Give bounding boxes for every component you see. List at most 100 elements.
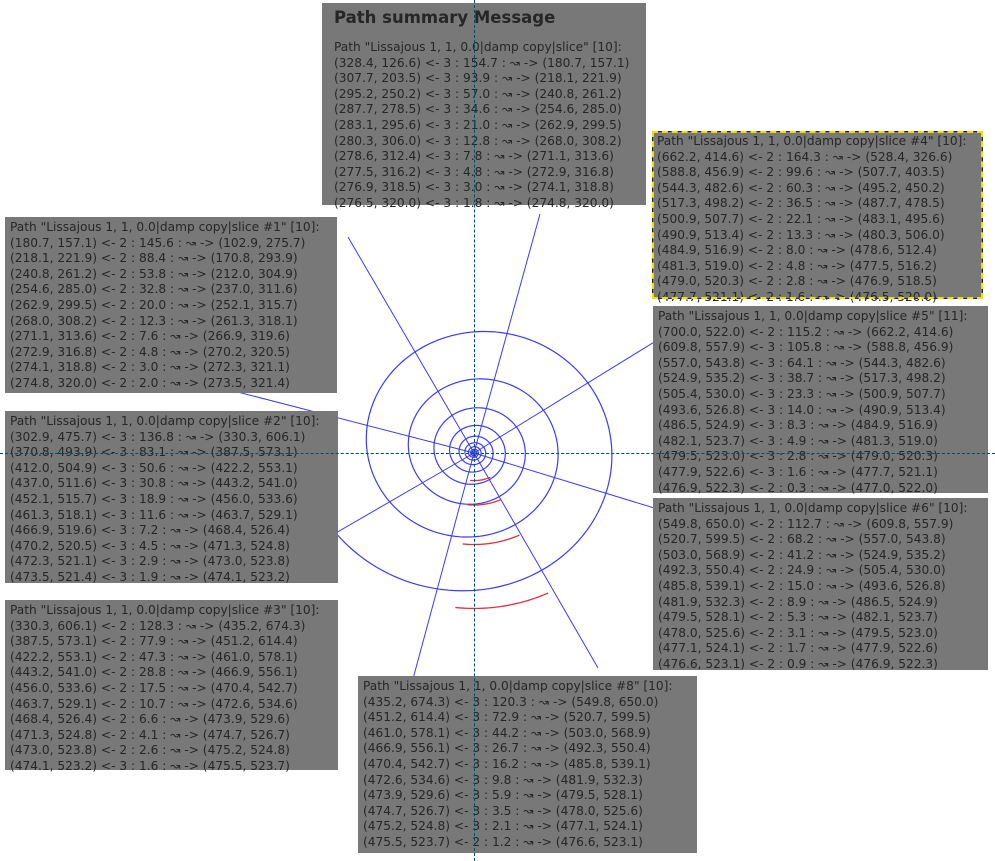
vertical-guide-line[interactable] bbox=[474, 0, 475, 861]
path-summary-message: Path summary Message Path "Lissajous 1, … bbox=[322, 3, 646, 210]
slice-3-row: (387.5, 573.1) <- 2 : 77.9 : ↝ -> (451.2… bbox=[10, 634, 298, 649]
slice-2-row: (472.3, 521.1) <- 3 : 2.9 : ↝ -> (473.0,… bbox=[10, 554, 290, 569]
slice-1-header: Path "Lissajous 1, 1, 0.0|damp copy|slic… bbox=[10, 220, 320, 234]
horizontal-guide-line[interactable] bbox=[0, 453, 995, 454]
slice-5-row: (505.4, 530.0) <- 3 : 23.3 : ↝ -> (500.9… bbox=[658, 386, 946, 401]
slice-4-row: (517.3, 498.2) <- 2 : 36.5 : ↝ -> (487.7… bbox=[657, 196, 945, 211]
slice-6-row: (477.1, 524.1) <- 2 : 1.7 : ↝ -> (477.9,… bbox=[658, 641, 938, 656]
slice-6-row: (479.5, 528.1) <- 2 : 5.3 : ↝ -> (482.1,… bbox=[658, 610, 938, 625]
slice-3-row: (468.4, 526.4) <- 2 : 6.6 : ↝ -> (473.9,… bbox=[10, 712, 290, 727]
slice-8-row: (472.6, 534.6) <- 3 : 9.8 : ↝ -> (481.9,… bbox=[363, 772, 643, 787]
slice-6-row: (503.0, 568.9) <- 2 : 41.2 : ↝ -> (524.9… bbox=[658, 547, 946, 562]
slice-3-row: (473.0, 523.8) <- 2 : 2.6 : ↝ -> (475.2,… bbox=[10, 743, 290, 758]
slice-4-row: (484.9, 516.9) <- 2 : 8.0 : ↝ -> (478.6,… bbox=[657, 243, 937, 258]
slice-5-row: (609.8, 557.9) <- 3 : 105.8 : ↝ -> (588.… bbox=[658, 340, 954, 355]
slice-6-row: (520.7, 599.5) <- 2 : 68.2 : ↝ -> (557.0… bbox=[658, 532, 946, 547]
slice-8-row: (451.2, 614.4) <- 3 : 72.9 : ↝ -> (520.7… bbox=[363, 710, 651, 725]
slice-3-row: (463.7, 529.1) <- 2 : 10.7 : ↝ -> (472.6… bbox=[10, 696, 298, 711]
slice-8-row: (461.0, 578.1) <- 3 : 44.2 : ↝ -> (503.0… bbox=[363, 725, 651, 740]
summary-row: (307.7, 203.5) <- 3 : 93.9 : ↝ -> (218.1… bbox=[334, 71, 622, 86]
slice-3-header: Path "Lissajous 1, 1, 0.0|damp copy|slic… bbox=[10, 603, 320, 617]
slice-4-row: (500.9, 507.7) <- 2 : 22.1 : ↝ -> (483.1… bbox=[657, 211, 945, 226]
slice-5-row: (477.9, 522.6) <- 3 : 1.6 : ↝ -> (477.7,… bbox=[658, 464, 938, 479]
slice-5-row: (482.1, 523.7) <- 3 : 4.9 : ↝ -> (481.3,… bbox=[658, 433, 938, 448]
slice-4-row: (479.0, 520.3) <- 2 : 2.8 : ↝ -> (476.9,… bbox=[657, 274, 937, 289]
slice-3-info-box: Path "Lissajous 1, 1, 0.0|damp copy|slic… bbox=[5, 600, 338, 773]
spiral-path bbox=[297, 330, 613, 592]
slice-6-row: (549.8, 650.0) <- 2 : 112.7 : ↝ -> (609.… bbox=[658, 516, 954, 531]
slice-5-row: (700.0, 522.0) <- 2 : 115.2 : ↝ -> (662.… bbox=[658, 324, 954, 339]
slice-6-row: (485.8, 539.1) <- 2 : 15.0 : ↝ -> (493.6… bbox=[658, 578, 946, 593]
slice-6-row: (478.0, 525.6) <- 2 : 3.1 : ↝ -> (479.5,… bbox=[658, 625, 938, 640]
slice-1-row: (254.6, 285.0) <- 2 : 32.8 : ↝ -> (237.0… bbox=[10, 282, 298, 297]
slice-4-header: Path "Lissajous 1, 1, 0.0|damp copy|slic… bbox=[657, 134, 967, 148]
slice-8-row: (435.2, 674.3) <- 3 : 120.3 : ↝ -> (549.… bbox=[363, 694, 659, 709]
slice-2-header: Path "Lissajous 1, 1, 0.0|damp copy|slic… bbox=[10, 414, 320, 428]
summary-row: (287.7, 278.5) <- 3 : 34.6 : ↝ -> (254.6… bbox=[334, 102, 622, 117]
slice-8-row: (466.9, 556.1) <- 3 : 26.7 : ↝ -> (492.3… bbox=[363, 741, 651, 756]
summary-row: (276.5, 320.0) <- 3 : 1.8 : ↝ -> (274.8,… bbox=[334, 195, 614, 210]
slice-4-info-box[interactable]: Path "Lissajous 1, 1, 0.0|damp copy|slic… bbox=[652, 131, 983, 304]
selected-segment bbox=[455, 592, 549, 610]
slice-4-row: (477.7, 521.1) <- 2 : 1.6 : ↝ -> (476.5,… bbox=[657, 289, 937, 304]
summary-title: Path summary Message bbox=[334, 8, 556, 27]
slice-2-row: (461.3, 518.1) <- 3 : 11.6 : ↝ -> (463.7… bbox=[10, 507, 298, 522]
slice-4-row: (481.3, 519.0) <- 2 : 4.8 : ↝ -> (477.5,… bbox=[657, 258, 937, 273]
slice-1-row: (240.8, 261.2) <- 2 : 53.8 : ↝ -> (212.0… bbox=[10, 266, 298, 281]
slice-2-row: (452.1, 515.7) <- 3 : 18.9 : ↝ -> (456.0… bbox=[10, 491, 298, 506]
slice-1-row: (180.7, 157.1) <- 2 : 145.6 : ↝ -> (102.… bbox=[10, 235, 306, 250]
slice-8-row: (473.9, 529.6) <- 3 : 5.9 : ↝ -> (479.5,… bbox=[363, 788, 643, 803]
slice-ray-line bbox=[347, 236, 475, 454]
slice-8-header: Path "Lissajous 1, 1, 0.0|damp copy|slic… bbox=[363, 679, 673, 693]
slice-2-info-box: Path "Lissajous 1, 1, 0.0|damp copy|slic… bbox=[5, 411, 338, 584]
slice-2-row: (473.5, 521.4) <- 3 : 1.9 : ↝ -> (474.1,… bbox=[10, 569, 290, 584]
summary-row: (277.5, 316.2) <- 3 : 4.8 : ↝ -> (272.9,… bbox=[334, 164, 614, 179]
slice-3-row: (471.3, 524.8) <- 2 : 4.1 : ↝ -> (474.7,… bbox=[10, 727, 290, 742]
slice-4-row: (662.2, 414.6) <- 2 : 164.3 : ↝ -> (528.… bbox=[657, 149, 953, 164]
slice-1-row: (274.1, 318.8) <- 2 : 3.0 : ↝ -> (272.3,… bbox=[10, 360, 290, 375]
summary-row: (278.6, 312.4) <- 3 : 7.8 : ↝ -> (271.1,… bbox=[334, 149, 614, 164]
summary-row: (283.1, 295.6) <- 3 : 21.0 : ↝ -> (262.9… bbox=[334, 117, 622, 132]
slice-5-row: (476.9, 522.3) <- 2 : 0.3 : ↝ -> (477.0,… bbox=[658, 480, 938, 495]
slice-3-row: (474.1, 523.2) <- 3 : 1.6 : ↝ -> (475.5,… bbox=[10, 758, 290, 773]
slice-1-row: (274.8, 320.0) <- 2 : 2.0 : ↝ -> (273.5,… bbox=[10, 375, 290, 390]
summary-row: (280.3, 306.0) <- 3 : 12.8 : ↝ -> (268.0… bbox=[334, 133, 622, 148]
slice-6-info-box: Path "Lissajous 1, 1, 0.0|damp copy|slic… bbox=[653, 498, 988, 671]
summary-header: Path "Lissajous 1, 1, 0.0|damp copy|slic… bbox=[334, 40, 622, 54]
summary-row: (328.4, 126.6) <- 3 : 154.7 : ↝ -> (180.… bbox=[334, 55, 630, 70]
slice-5-info-box: Path "Lissajous 1, 1, 0.0|damp copy|slic… bbox=[653, 306, 988, 495]
slice-8-info-box: Path "Lissajous 1, 1, 0.0|damp copy|slic… bbox=[358, 676, 697, 853]
summary-row: (295.2, 250.2) <- 3 : 57.0 : ↝ -> (240.8… bbox=[334, 86, 622, 101]
slice-5-row: (524.9, 535.2) <- 3 : 38.7 : ↝ -> (517.3… bbox=[658, 371, 946, 386]
slice-5-row: (486.5, 524.9) <- 3 : 8.3 : ↝ -> (484.9,… bbox=[658, 418, 938, 433]
slice-4-row: (490.9, 513.4) <- 2 : 13.3 : ↝ -> (480.3… bbox=[657, 227, 945, 242]
slice-8-row: (475.2, 524.8) <- 3 : 2.1 : ↝ -> (477.1,… bbox=[363, 819, 643, 834]
slice-3-row: (330.3, 606.1) <- 2 : 128.3 : ↝ -> (435.… bbox=[10, 618, 306, 633]
slice-2-row: (470.2, 520.5) <- 3 : 4.5 : ↝ -> (471.3,… bbox=[10, 538, 290, 553]
slice-2-row: (302.9, 475.7) <- 3 : 136.8 : ↝ -> (330.… bbox=[10, 429, 306, 444]
slice-6-row: (476.6, 523.1) <- 2 : 0.9 : ↝ -> (476.9,… bbox=[658, 656, 938, 671]
slice-ray-line bbox=[409, 452, 475, 691]
slice-5-header: Path "Lissajous 1, 1, 0.0|damp copy|slic… bbox=[658, 309, 968, 323]
slice-4-row: (544.3, 482.6) <- 2 : 60.3 : ↝ -> (495.2… bbox=[657, 180, 945, 195]
slice-3-row: (456.0, 533.6) <- 2 : 17.5 : ↝ -> (470.4… bbox=[10, 680, 298, 695]
slice-2-row: (437.0, 511.6) <- 3 : 30.8 : ↝ -> (443.2… bbox=[10, 476, 298, 491]
slice-1-info-box: Path "Lissajous 1, 1, 0.0|damp copy|slic… bbox=[5, 217, 337, 393]
slice-1-row: (218.1, 221.9) <- 2 : 88.4 : ↝ -> (170.8… bbox=[10, 251, 298, 266]
summary-row: (276.9, 318.5) <- 3 : 3.0 : ↝ -> (274.1,… bbox=[334, 180, 614, 195]
slice-1-row: (272.9, 316.8) <- 2 : 4.8 : ↝ -> (270.2,… bbox=[10, 344, 290, 359]
slice-5-row: (479.5, 523.0) <- 3 : 2.8 : ↝ -> (479.0,… bbox=[658, 449, 938, 464]
slice-6-row: (492.3, 550.4) <- 2 : 24.9 : ↝ -> (505.4… bbox=[658, 563, 946, 578]
slice-1-row: (268.0, 308.2) <- 2 : 12.3 : ↝ -> (261.3… bbox=[10, 313, 298, 328]
slice-3-row: (443.2, 541.0) <- 2 : 28.8 : ↝ -> (466.9… bbox=[10, 665, 298, 680]
slice-1-row: (262.9, 299.5) <- 2 : 20.0 : ↝ -> (252.1… bbox=[10, 297, 298, 312]
slice-8-row: (474.7, 526.7) <- 3 : 3.5 : ↝ -> (478.0,… bbox=[363, 803, 643, 818]
slice-2-row: (412.0, 504.9) <- 3 : 50.6 : ↝ -> (422.2… bbox=[10, 460, 298, 475]
slice-5-row: (493.6, 526.8) <- 3 : 14.0 : ↝ -> (490.9… bbox=[658, 402, 946, 417]
slice-2-row: (466.9, 519.6) <- 3 : 7.2 : ↝ -> (468.4,… bbox=[10, 523, 290, 538]
slice-5-row: (557.0, 543.8) <- 3 : 64.1 : ↝ -> (544.3… bbox=[658, 355, 946, 370]
slice-8-row: (470.4, 542.7) <- 3 : 16.2 : ↝ -> (485.8… bbox=[363, 756, 651, 771]
slice-6-header: Path "Lissajous 1, 1, 0.0|damp copy|slic… bbox=[658, 501, 968, 515]
slice-6-row: (481.9, 532.3) <- 2 : 8.9 : ↝ -> (486.5,… bbox=[658, 594, 938, 609]
slice-4-row: (588.8, 456.9) <- 2 : 99.6 : ↝ -> (507.7… bbox=[657, 165, 945, 180]
